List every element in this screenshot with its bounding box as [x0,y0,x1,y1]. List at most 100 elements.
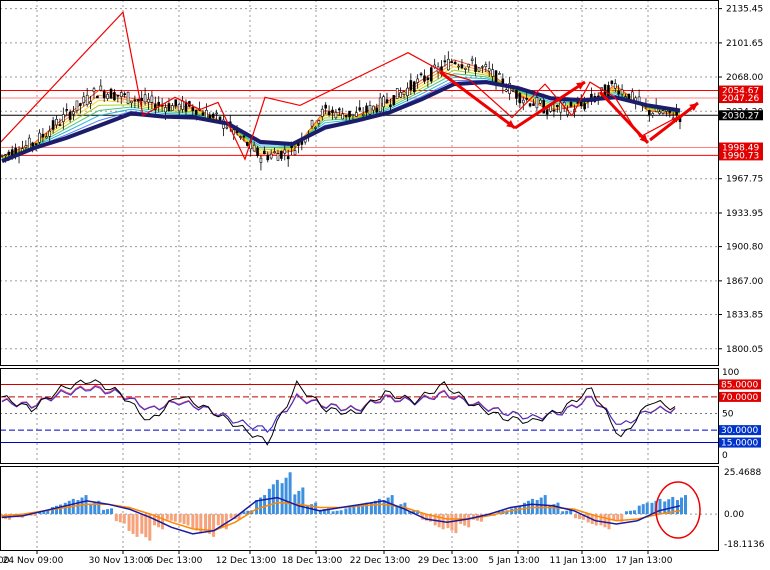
level-tag-label: 2030.27 [722,111,759,121]
candle-body [92,88,96,93]
candle-body [109,88,113,99]
macd-histogram-bar [561,511,565,515]
macd-histogram-bar [204,514,208,531]
macd-histogram-bar [314,502,318,515]
macd-scale-label: 25.4688 [724,468,761,478]
candle-body [0,154,4,157]
macd-histogram-bar [161,514,165,530]
macd-panel[interactable] [0,472,718,541]
candle-body [324,104,327,109]
candle-body [269,153,273,159]
price-tick-label: 1867.00 [726,277,763,287]
candle-body [99,85,103,91]
candle-body [31,142,34,147]
candle-body [266,155,270,161]
candle-body [167,103,171,111]
candle-body [252,144,256,152]
candle-body [528,103,532,107]
candle-body [406,87,409,97]
candle-body [68,111,72,120]
x-tick-label: 24 Nov 09:00 [3,556,64,566]
candle-body [583,103,586,110]
macd-histogram-bar [624,511,628,515]
stoch-scale-label: 100 [722,368,739,378]
macd-histogram-bar [454,514,458,534]
macd-histogram-bar [102,509,106,515]
candle-body [515,90,518,99]
candle-body [44,136,48,139]
candle-body [535,97,539,109]
candle-body [65,109,69,111]
macd-histogram-bar [637,505,641,515]
macd-histogram-bar [33,514,37,516]
ribbon-ma-line [1,59,681,157]
macd-histogram-bar [263,495,267,515]
candle-body [143,94,147,103]
candle-body [532,103,535,106]
candle-body [256,147,259,157]
candle-body [440,66,443,71]
candle-body [280,150,283,159]
x-tick-label-partial: 00 [0,556,10,566]
macd-histogram-bar [191,514,195,529]
macd-histogram-bar [114,514,118,522]
macd-histogram-bar [599,514,603,526]
candle-body [126,91,130,104]
candle-body [423,75,426,82]
macd-histogram-bar [331,511,335,515]
candle-body [215,112,218,115]
candle-body [559,102,563,113]
macd-histogram-bar [186,514,190,526]
stoch-scale-label: 50 [722,410,734,420]
macd-histogram-bar [565,510,569,515]
stoch-level-label: 30.0000 [721,426,758,436]
level-tag-label: 2047.26 [722,94,759,104]
candle-body [72,111,75,115]
macd-histogram-bar [173,514,177,522]
candle-body [140,98,143,101]
macd-histogram-bar [288,472,292,515]
candle-body [79,103,82,106]
macd-histogram-bar [301,487,305,515]
stoch-level-label: 15.0000 [721,439,758,449]
candle-body [24,145,28,148]
macd-histogram-bar [89,504,93,515]
macd-histogram-bar [616,514,620,521]
candle-body [130,100,133,104]
candle-body [464,67,467,70]
macd-histogram-bar [577,514,581,520]
candle-body [273,151,276,153]
stoch-level-label: 85.0000 [721,380,758,390]
candle-body [225,126,229,129]
macd-histogram-bar [607,514,611,530]
macd-histogram-bar [680,497,683,515]
candle-body [334,111,338,119]
candle-body [34,143,38,145]
macd-histogram-bar [645,502,649,515]
candle-body [38,132,41,143]
candle-body [412,81,416,92]
macd-histogram-bar [127,514,131,531]
x-tick-label: 29 Dec 13:00 [418,556,479,566]
candle-body [474,64,477,72]
candle-body [147,98,150,103]
candle-body [416,78,419,83]
candle-body [317,120,321,124]
macd-histogram-bar [182,514,186,524]
macd-histogram-bar [658,498,662,515]
macd-histogram-bar [628,510,632,515]
macd-histogram-bar [339,510,343,515]
candle-body [89,101,92,104]
candle-body [242,135,246,138]
candle-body [447,58,450,71]
candle-body [651,113,655,116]
candle-body [191,107,195,112]
candle-body [392,95,396,105]
candle-body [293,150,297,156]
candle-body [484,64,488,68]
candle-body [201,112,205,116]
candle-body [661,110,665,114]
price-panel[interactable] [0,10,718,171]
ribbon-ma-line [1,66,681,159]
stochastic-panel[interactable] [0,379,718,446]
